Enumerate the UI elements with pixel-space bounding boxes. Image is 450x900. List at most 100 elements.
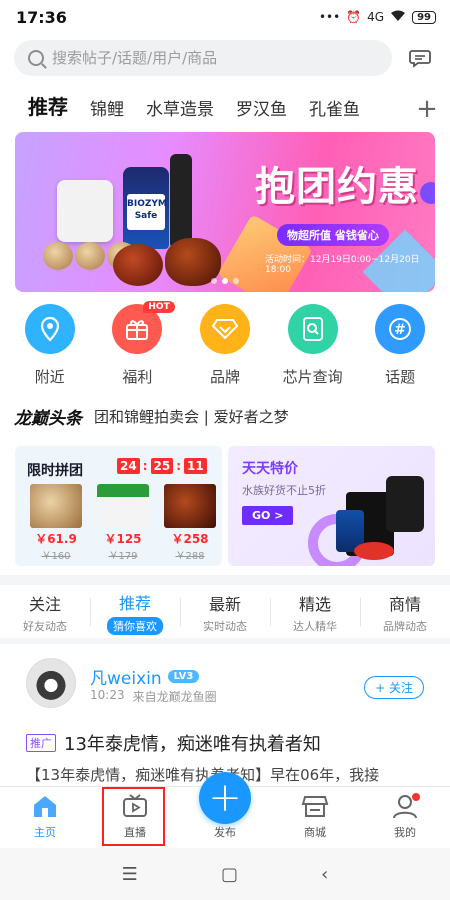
more-dots-icon: ••• (318, 10, 341, 24)
post-username[interactable]: 凡weixin (90, 664, 162, 689)
banner-slogan: 物超所值 省钱省心 (277, 224, 389, 246)
search-input[interactable] (52, 49, 352, 67)
message-icon[interactable] (404, 40, 436, 76)
category-tabs: 推荐 锦鲤 水草造景 罗汉鱼 孔雀鱼 (28, 92, 450, 126)
alarm-icon: ⏰ (346, 10, 362, 24)
group-buy-product[interactable]: ￥61.9 ￥160 (27, 484, 85, 562)
group-buy-title: 限时拼团 (27, 463, 83, 479)
status-bar: 17:36 ••• ⏰ 4G 99 (0, 0, 450, 34)
quick-entry-chip-query[interactable]: 芯片查询 (275, 304, 351, 390)
feed-tab-sub: 达人精华 (293, 619, 337, 633)
hot-badge: HOT (143, 301, 175, 313)
tab-recommend[interactable]: 推荐 (28, 92, 68, 126)
wifi-icon (390, 10, 406, 25)
add-tab-icon[interactable]: + (410, 92, 444, 126)
feed-tab-business[interactable]: 商情 品牌动态 (360, 588, 450, 636)
headline-ticker[interactable]: 龙巅头条 团和锦鲤拍卖会 | 爱好者之梦 (14, 404, 289, 429)
feed-tab-name: 商情 (388, 594, 421, 614)
search-row (14, 40, 436, 76)
notification-dot (412, 793, 420, 801)
quick-entry-label: 话题 (385, 368, 416, 386)
countdown-hours: 24 (117, 458, 140, 474)
daily-deal-title: 天天特价 (242, 461, 298, 477)
section-divider (0, 575, 450, 585)
go-button[interactable]: GO > (242, 506, 294, 525)
quick-entry-topic[interactable]: # 话题 (362, 304, 438, 390)
nav-label: 商城 (304, 826, 326, 839)
feed-tab-name: 推荐 (118, 593, 151, 613)
banner-product-label: BIOZYM Safe (127, 194, 167, 230)
banner-title: 抱团约惠 (255, 164, 419, 210)
feed-tab-sub: 实时动态 (203, 619, 247, 633)
promo-tag: 推广 (26, 734, 56, 752)
quick-entry-label: 福利 (122, 368, 153, 386)
daily-deal-subtitle: 水族好货不止5折 (242, 484, 326, 497)
nav-profile[interactable]: 我的 (360, 787, 450, 848)
post-time: 10:23 (90, 688, 125, 702)
feed-tab-recommend[interactable]: 推荐 猜你喜欢 (90, 588, 180, 636)
nav-live[interactable]: 直播 (90, 787, 180, 848)
countdown-minutes: 25 (150, 458, 174, 474)
nav-home[interactable]: 主页 (0, 787, 90, 848)
feed-tab-sub: 好友动态 (23, 619, 67, 633)
nav-label: 主页 (34, 826, 56, 839)
status-icons: ••• ⏰ 4G 99 (319, 10, 436, 25)
headline-text[interactable]: 团和锦鲤拍卖会 | 爱好者之梦 (94, 406, 289, 427)
nav-store[interactable]: 商城 (270, 787, 360, 848)
live-tv-icon (121, 792, 149, 820)
home-square-icon[interactable]: ▢ (221, 864, 238, 885)
product-price: ￥258 (171, 532, 209, 546)
tab-koi[interactable]: 锦鲤 (90, 95, 124, 126)
avatar[interactable] (26, 658, 76, 708)
headline-logo: 龙巅头条 (14, 409, 82, 429)
banner-pagination (15, 278, 435, 284)
quick-entries: 附近 HOT 福利 品牌 芯片查询 # 话题 (0, 301, 450, 390)
home-icon (31, 792, 59, 820)
plus-icon[interactable]: + (199, 772, 251, 824)
product-thumbnail (30, 484, 82, 528)
countdown-timer: 24 : 25 : 11 (117, 458, 207, 474)
feed-tab-sub: 猜你喜欢 (107, 616, 163, 635)
group-buy-product[interactable]: ￥258 ￥288 (161, 484, 219, 562)
feed-tab-latest[interactable]: 最新 实时动态 (180, 588, 270, 636)
feed-tab-featured[interactable]: 精选 达人精华 (270, 588, 360, 636)
group-buy-card[interactable]: 限时拼团 24 : 25 : 11 ￥61.9 ￥160 ￥125 ￥179 ￥… (15, 446, 222, 566)
diamond-icon (199, 304, 250, 354)
product-original-price: ￥288 (175, 551, 205, 562)
feed-tab-following[interactable]: 关注 好友动态 (0, 588, 90, 636)
banner-date: 活动时间：12月19日0:00~12月20日18:00 (265, 255, 420, 275)
deal-product-image (386, 476, 424, 532)
system-nav-bar: ☰ ▢ ‹ (0, 848, 450, 900)
feed-tabs: 关注 好友动态 推荐 猜你喜欢 最新 实时动态 精选 达人精华 商情 品牌动态 (0, 588, 450, 636)
menu-icon[interactable]: ☰ (122, 864, 138, 885)
nav-label: 直播 (124, 826, 146, 839)
battery-icon: 99 (412, 10, 436, 24)
tab-flowerhorn[interactable]: 罗汉鱼 (236, 95, 287, 126)
back-icon[interactable]: ‹ (321, 864, 328, 885)
product-price: ￥125 (104, 532, 142, 546)
search-icon (28, 50, 44, 66)
product-thumbnail (97, 484, 149, 528)
quick-entry-brand[interactable]: 品牌 (187, 304, 263, 390)
search-bar[interactable] (14, 40, 392, 76)
daily-deal-card[interactable]: 天天特价 水族好货不止5折 GO > (228, 446, 435, 566)
promo-banner[interactable]: BIOZYM Safe 抱团约惠 物超所值 省钱省心 活动时间：12月19日0:… (15, 132, 435, 292)
banner-product-socket (57, 180, 113, 242)
tab-aquascape[interactable]: 水草造景 (146, 95, 214, 126)
store-icon (301, 792, 329, 820)
quick-entry-label: 附近 (34, 368, 65, 386)
product-original-price: ￥160 (41, 551, 71, 562)
signal-icon: 4G (367, 10, 385, 24)
product-original-price: ￥179 (108, 551, 138, 562)
follow-button[interactable]: + 关注 (364, 676, 424, 699)
group-buy-product[interactable]: ￥125 ￥179 (94, 484, 152, 562)
quick-entry-nearby[interactable]: 附近 (12, 304, 88, 390)
quick-entry-welfare[interactable]: HOT 福利 (99, 301, 175, 390)
tab-guppy[interactable]: 孔雀鱼 (309, 95, 360, 126)
location-icon (24, 304, 75, 354)
quick-entry-label: 芯片查询 (282, 368, 343, 386)
quick-entry-label: 品牌 (209, 368, 240, 386)
group-buy-products: ￥61.9 ￥160 ￥125 ￥179 ￥258 ￥288 (27, 484, 219, 562)
post-title-row[interactable]: 推广 13年泰虎情，痴迷唯有执着者知 (26, 730, 321, 756)
chip-search-icon (287, 304, 338, 354)
